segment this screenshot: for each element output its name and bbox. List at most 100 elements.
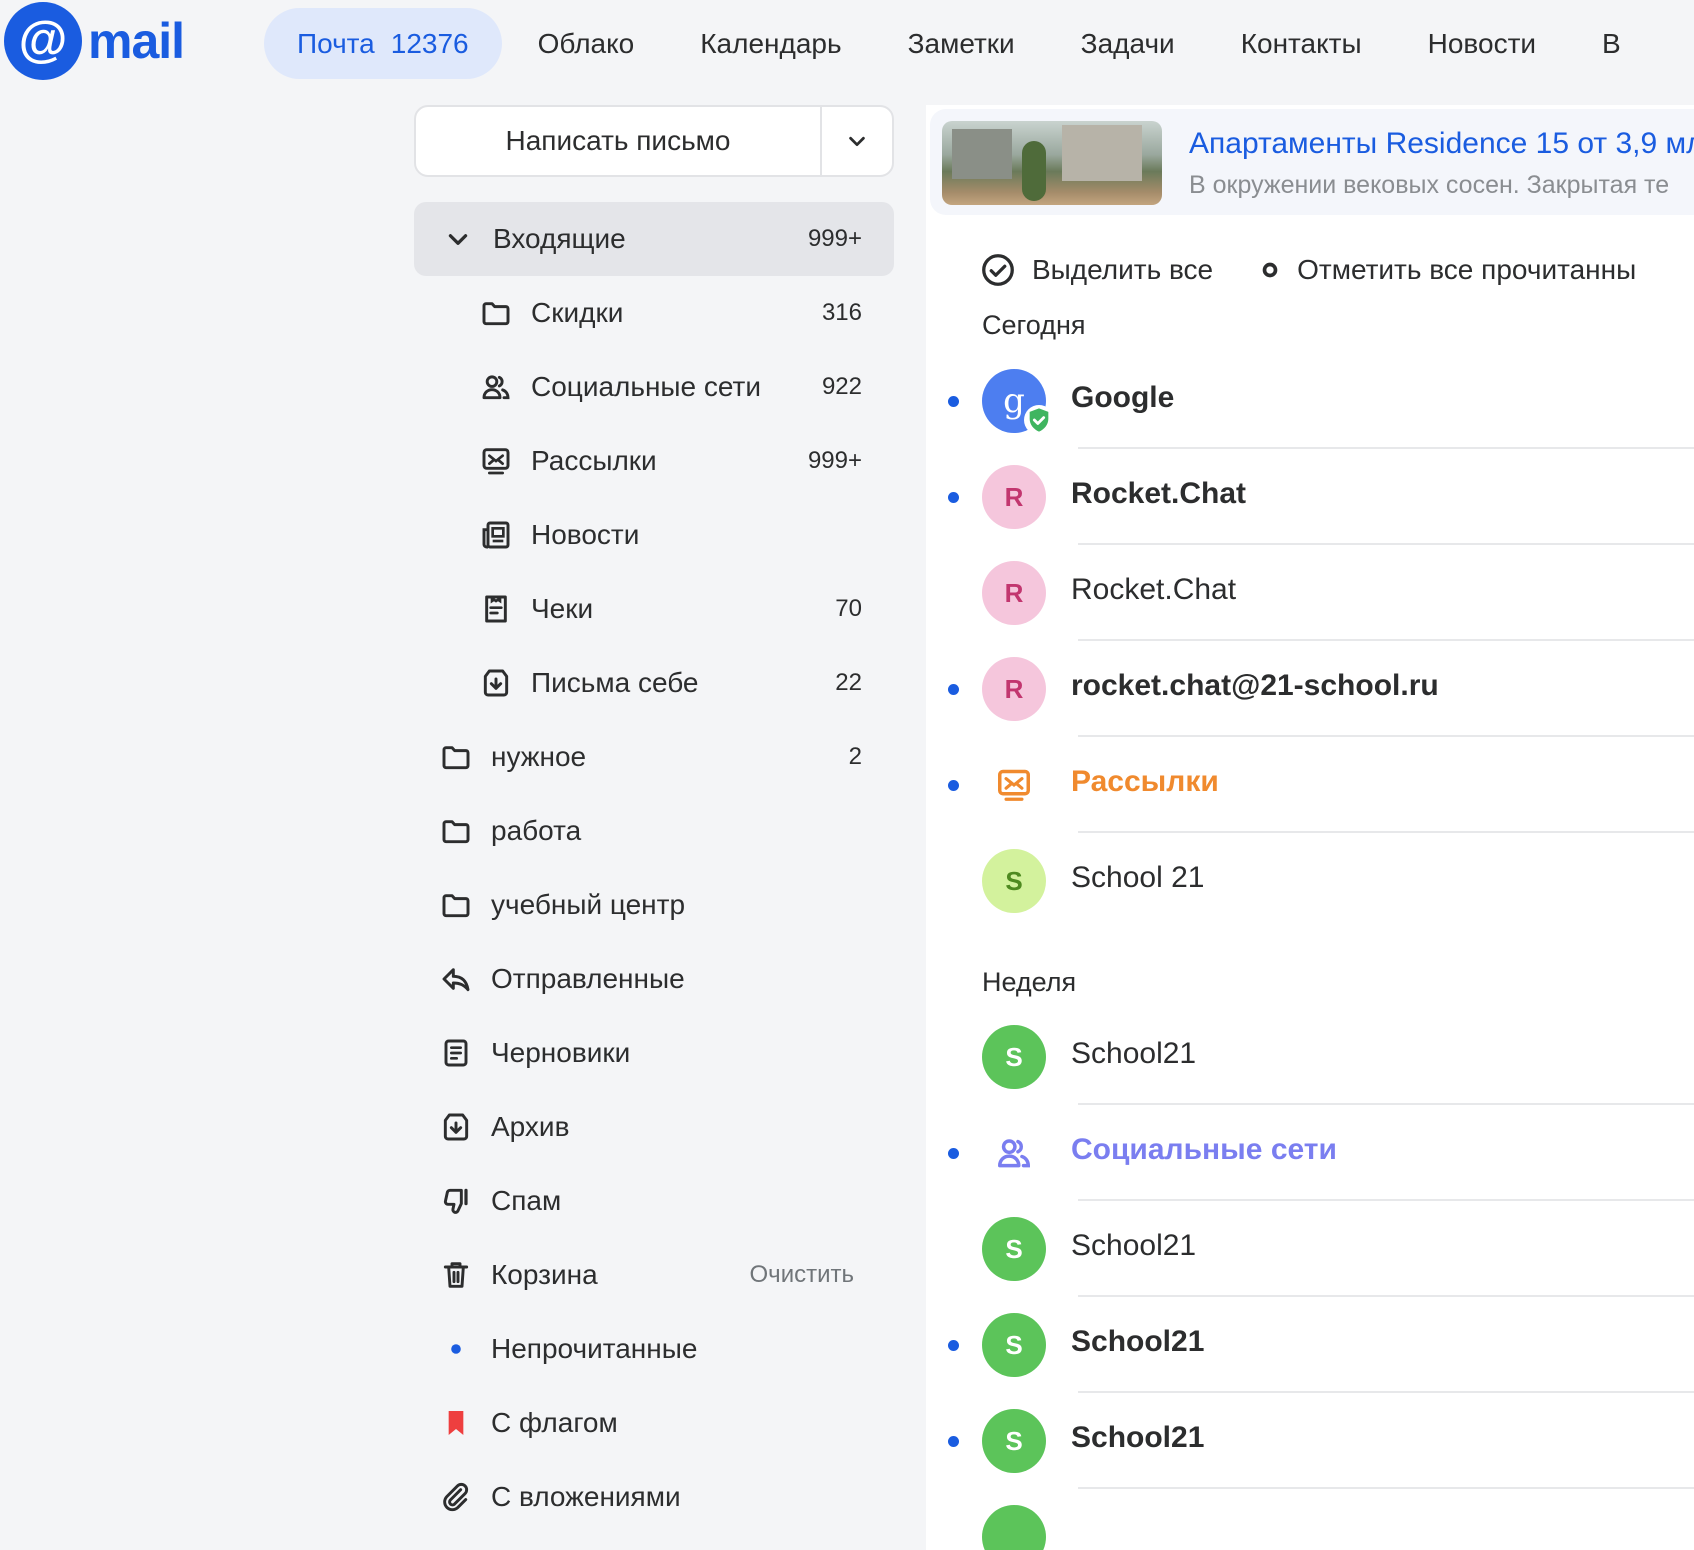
avatar: R [982, 657, 1046, 721]
avatar: S [982, 1217, 1046, 1281]
unread-dot[interactable] [948, 396, 959, 407]
section-week: Неделя [982, 967, 1077, 997]
folder-archive[interactable]: Архив [414, 1090, 894, 1164]
chevron-down-icon[interactable] [438, 219, 478, 259]
folder-newsletters[interactable]: Рассылки 999+ [414, 424, 894, 498]
tab-mail[interactable]: Почта 12376 [264, 8, 502, 79]
folder-label: Рассылки [531, 445, 657, 476]
sender-name: Рассылки [1071, 765, 1219, 798]
tab-news[interactable]: Новости [1395, 8, 1569, 79]
thumbs-down-icon [436, 1181, 476, 1221]
filter-attachments[interactable]: С вложениями [414, 1460, 894, 1534]
ad-title[interactable]: Апартаменты Residence 15 от 3,9 мл [1189, 127, 1694, 161]
folder-training-center[interactable]: учебный центр [414, 868, 894, 942]
unread-dot[interactable] [948, 1340, 959, 1351]
tab-tasks[interactable]: Задачи [1048, 8, 1208, 79]
folder-drafts[interactable]: Черновики [414, 1016, 894, 1090]
trash-icon [436, 1255, 476, 1295]
folder-label: Отправленные [491, 963, 685, 994]
mail-logo[interactable]: @ mail [4, 2, 185, 80]
unread-dot[interactable] [948, 684, 959, 695]
folder-social[interactable]: Социальные сети 922 [414, 350, 894, 424]
tab-contacts[interactable]: Контакты [1208, 8, 1395, 79]
folder-count: 70 [835, 595, 862, 622]
sender-name: School21 [1071, 1229, 1197, 1262]
folder-news[interactable]: Новости [414, 498, 894, 572]
message-row[interactable]: S School21 [926, 1297, 1694, 1393]
folder-label: С вложениями [491, 1481, 681, 1512]
message-row[interactable]: R Rocket.Chat [926, 449, 1694, 545]
people-icon [476, 367, 516, 407]
tab-cloud[interactable]: Облако [505, 8, 668, 79]
archive-icon [436, 1107, 476, 1147]
folder-label: Социальные сети [531, 371, 762, 402]
folder-list: Входящие 999+ Скидки 316 Социальные сети… [414, 202, 894, 1534]
message-row[interactable]: R Rocket.Chat [926, 545, 1694, 641]
filter-flagged[interactable]: С флагом [414, 1386, 894, 1460]
folder-label: Письма себе [531, 667, 699, 698]
compose-button[interactable]: Написать письмо [416, 107, 820, 175]
check-circle-icon [980, 252, 1016, 288]
filter-unread[interactable]: Непрочитанные [414, 1312, 894, 1386]
folder-label: Скидки [531, 297, 624, 328]
folder-label: Корзина [491, 1259, 598, 1290]
folder-inbox[interactable]: Входящие 999+ [414, 202, 894, 276]
message-row[interactable]: S School 21 [926, 833, 1694, 929]
empty-trash-button[interactable]: Очистить [750, 1261, 854, 1289]
paperclip-icon [436, 1477, 476, 1517]
top-bar: @ mail Почта 12376 Облако Календарь Заме… [0, 0, 1694, 86]
tab-mail-label: Почта [297, 27, 375, 59]
folder-discounts[interactable]: Скидки 316 [414, 276, 894, 350]
message-row[interactable]: S School21 [926, 1009, 1694, 1105]
avatar: R [982, 465, 1046, 529]
folder-label: Черновики [491, 1037, 631, 1068]
social-group-row[interactable]: Социальные сети [926, 1105, 1694, 1201]
message-row[interactable]: S School21 [926, 1393, 1694, 1489]
sent-icon [436, 959, 476, 999]
folder-needed[interactable]: нужное 2 [414, 720, 894, 794]
newsletters-group-row[interactable]: Рассылки [926, 737, 1694, 833]
folder-icon [436, 737, 476, 777]
unread-dot[interactable] [948, 1148, 959, 1159]
select-all-button[interactable]: Выделить все [980, 252, 1213, 288]
folder-label: Спам [491, 1185, 562, 1216]
main-nav: Почта 12376 Облако Календарь Заметки Зад… [264, 8, 1654, 79]
sender-name: rocket.chat@21-school.ru [1071, 669, 1439, 702]
folder-trash[interactable]: Корзина Очистить [414, 1238, 894, 1312]
folder-to-myself[interactable]: Письма себе 22 [414, 646, 894, 720]
folder-spam[interactable]: Спам [414, 1164, 894, 1238]
tab-more[interactable]: В [1569, 8, 1654, 79]
message-row[interactable] [926, 1489, 1694, 1550]
sender-name: Социальные сети [1071, 1133, 1337, 1166]
mark-all-read-button[interactable]: Отметить все прочитанны [1259, 254, 1636, 286]
tab-calendar[interactable]: Календарь [667, 8, 874, 79]
section-today: Сегодня [982, 310, 1086, 340]
tab-notes[interactable]: Заметки [875, 8, 1048, 79]
folder-sent[interactable]: Отправленные [414, 942, 894, 1016]
folder-receipts[interactable]: Чеки 70 [414, 572, 894, 646]
folder-work[interactable]: работа [414, 794, 894, 868]
bookmark-flag-icon [436, 1403, 476, 1443]
message-row[interactable]: S School21 [926, 1201, 1694, 1297]
inbox-download-icon [476, 663, 516, 703]
folder-count: 999+ [807, 447, 862, 474]
compose-dropdown-button[interactable] [820, 107, 892, 175]
unread-dot[interactable] [948, 1436, 959, 1447]
at-logo-icon: @ [4, 2, 82, 80]
message-row[interactable]: g Google [926, 353, 1694, 449]
folder-label: нужное [491, 741, 587, 772]
folder-count: 22 [835, 669, 862, 696]
tab-mail-count: 12376 [390, 27, 469, 59]
ad-banner[interactable]: Апартаменты Residence 15 от 3,9 мл В окр… [930, 109, 1694, 215]
message-row[interactable]: R rocket.chat@21-school.ru [926, 641, 1694, 737]
unread-dot[interactable] [948, 780, 959, 791]
folder-label: работа [491, 815, 582, 846]
folder-label: Непрочитанные [491, 1333, 698, 1364]
unread-dot-icon [436, 1329, 476, 1369]
verified-shield-icon [1024, 405, 1054, 435]
sender-name: Rocket.Chat [1071, 477, 1247, 510]
newsletter-icon [476, 441, 516, 481]
avatar: S [982, 849, 1046, 913]
avatar: S [982, 1313, 1046, 1377]
unread-dot[interactable] [948, 492, 959, 503]
